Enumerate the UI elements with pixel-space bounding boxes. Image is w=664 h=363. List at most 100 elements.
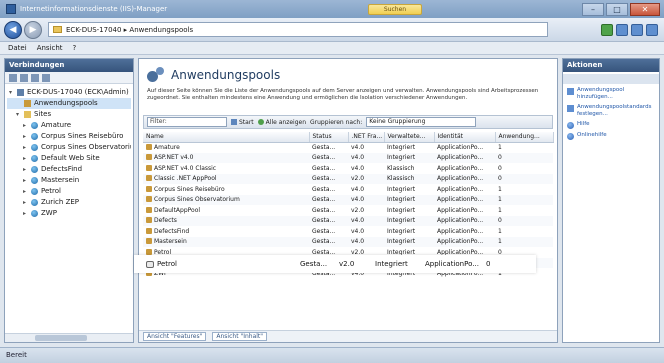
- menu-help[interactable]: ?: [73, 44, 77, 52]
- column-header[interactable]: .NET Fra...: [348, 132, 385, 143]
- group-by-label: Gruppieren nach:: [310, 118, 363, 126]
- column-header[interactable]: Name: [143, 132, 310, 143]
- tree-item[interactable]: ▸ Zurich ZEP: [7, 197, 131, 208]
- action-link[interactable]: Onlinehilfe: [563, 129, 659, 140]
- app-pool-icon: [146, 227, 152, 234]
- help-icon[interactable]: [646, 23, 658, 36]
- table-row[interactable]: Corpus Sines Reisebüro Gesta... v4.0 Integr…: [143, 184, 553, 195]
- tree-item[interactable]: ▸ Petrol: [7, 186, 131, 197]
- table-row[interactable]: Classic .NET AppPool Gesta... v2.0 Klassisc…: [143, 173, 553, 184]
- minimize-button[interactable]: –: [582, 2, 604, 16]
- tree-item[interactable]: ▸ Amature: [7, 120, 131, 131]
- table-cell: Gesta...: [309, 142, 348, 153]
- table-cell: Gesta...: [309, 215, 348, 226]
- address-tools: [601, 23, 658, 36]
- table-cell: Integriert: [384, 194, 434, 205]
- cell-text: 1: [498, 227, 502, 235]
- tree-item[interactable]: ▸ Corpus Sines Observatorium: [7, 142, 131, 153]
- tree-expander-icon[interactable]: ▾: [16, 109, 21, 120]
- menu-view[interactable]: Ansicht: [37, 44, 63, 52]
- tree-expander-icon[interactable]: ▸: [23, 186, 28, 197]
- column-header[interactable]: Verwaltete...: [384, 132, 435, 143]
- table-row[interactable]: Corpus Sines Observatorium Gesta... v4.0 In…: [143, 194, 553, 205]
- table-cell: v4.0: [348, 215, 384, 226]
- back-button[interactable]: ◀: [4, 20, 22, 39]
- table-cell: Corpus Sines Reisebüro: [143, 184, 309, 195]
- refresh-icon[interactable]: [42, 73, 50, 82]
- add-icon: [567, 88, 574, 95]
- cell-text: Gesta...: [312, 227, 336, 235]
- tree-expander-icon[interactable]: ▸: [23, 175, 28, 186]
- tree-expander-icon[interactable]: ▸: [23, 208, 28, 219]
- tree-expander-icon[interactable]: ▸: [23, 164, 28, 175]
- maximize-button[interactable]: □: [606, 2, 628, 16]
- tree-item[interactable]: ▸ Default Web Site: [7, 153, 131, 164]
- menu-file[interactable]: Datei: [8, 44, 27, 52]
- tree-item[interactable]: ▾ ECK-DUS-17040 (ECK\Admin): [7, 87, 131, 98]
- table-cell: Integriert: [384, 236, 434, 247]
- table-cell: v4.0: [348, 236, 384, 247]
- table-cell: 1: [495, 205, 553, 216]
- cell-text: v4.0: [351, 185, 365, 193]
- table-cell: v4.0: [348, 152, 384, 163]
- content-view-tab[interactable]: Ansicht "Inhalt": [212, 332, 268, 341]
- highlight-name-cell: Petrol: [134, 260, 300, 268]
- tree-expander-icon[interactable]: ▸: [23, 197, 28, 208]
- table-row[interactable]: ASP.NET v4.0 Gesta... v4.0 Integriert Applic…: [143, 152, 553, 163]
- title-bar: Internetinformationsdienste (IIS)-Manage…: [0, 0, 664, 18]
- table-cell: 0: [495, 163, 553, 174]
- action-link[interactable]: Anwendungspoolstandards festlegen...: [563, 101, 659, 118]
- stop-icon[interactable]: [616, 23, 628, 36]
- tree-expander-icon[interactable]: ▸: [23, 153, 28, 164]
- cell-text: Klassisch: [387, 164, 415, 172]
- tree-item[interactable]: ▾ Sites: [7, 109, 131, 120]
- table-cell: Gesta...: [309, 152, 348, 163]
- table-cell: Mastersein: [143, 236, 309, 247]
- close-button[interactable]: ✕: [630, 2, 660, 16]
- features-view-tab[interactable]: Ansicht "Features": [143, 332, 207, 341]
- up-icon[interactable]: [31, 73, 39, 82]
- table-cell: DefaultAppPool: [143, 205, 309, 216]
- refresh-icon[interactable]: [601, 23, 613, 36]
- table-row[interactable]: DefectsFind Gesta... v4.0 Integriert Applica…: [143, 226, 553, 237]
- search-box[interactable]: Suchen: [368, 3, 422, 15]
- save-icon[interactable]: [20, 73, 28, 82]
- tree-item[interactable]: ▸ Corpus Sines Reisebüro: [7, 131, 131, 142]
- table-row[interactable]: ASP.NET v4.0 Classic Gesta... v4.0 Klassisc…: [143, 163, 553, 174]
- table-cell: ApplicationPo...: [434, 194, 495, 205]
- column-header[interactable]: Identität: [434, 132, 496, 143]
- tree-item[interactable]: Anwendungspools: [7, 98, 131, 109]
- group-by-select[interactable]: Keine Gruppierung: [366, 117, 477, 127]
- table-cell: Gesta...: [309, 226, 348, 237]
- connect-icon[interactable]: [9, 73, 17, 82]
- tree-expander-icon[interactable]: ▸: [23, 120, 28, 131]
- tree-expander-icon[interactable]: ▸: [23, 131, 28, 142]
- action-link[interactable]: Hilfe: [563, 118, 659, 129]
- tree-expander-icon[interactable]: ▾: [9, 87, 14, 98]
- table-row[interactable]: DefaultAppPool Gesta... v2.0 Integriert Appl…: [143, 205, 553, 216]
- scrollbar-thumb[interactable]: [35, 335, 87, 341]
- start-filter-button[interactable]: Start: [231, 119, 254, 126]
- table-row[interactable]: Amature Gesta... v4.0 Integriert Application…: [143, 142, 553, 153]
- filter-input[interactable]: Filter:: [147, 117, 227, 127]
- table-cell: 1: [495, 236, 553, 247]
- cell-text: 1: [498, 144, 502, 151]
- tree-item[interactable]: ▸ ZWP: [7, 208, 131, 219]
- tree-expander-icon[interactable]: ▸: [23, 142, 28, 153]
- breadcrumb[interactable]: ECK-DUS-17040 ▸ Anwendungspools: [48, 22, 548, 37]
- tree-item-label: ZWP: [41, 209, 57, 217]
- forward-button[interactable]: ▶: [24, 20, 42, 39]
- column-header[interactable]: Status: [309, 132, 349, 143]
- horizontal-scrollbar[interactable]: [5, 333, 133, 342]
- app-pool-icon: [146, 154, 152, 161]
- tree-item[interactable]: ▸ Mastersein: [7, 175, 131, 186]
- highlighted-pool-row[interactable]: Petrol Gesta... v2.0 Integriert Applicat…: [134, 255, 536, 273]
- column-header[interactable]: Anwendung...: [495, 132, 554, 143]
- action-link[interactable]: Anwendungspool hinzufügen...: [563, 84, 659, 101]
- table-row[interactable]: Mastersein Gesta... v4.0 Integriert Applicat…: [143, 236, 553, 247]
- show-all-button[interactable]: Alle anzeigen: [257, 119, 306, 126]
- table-cell: ApplicationPo...: [434, 236, 495, 247]
- home-icon[interactable]: [631, 23, 643, 36]
- table-row[interactable]: Defects Gesta... v4.0 Integriert Application…: [143, 215, 553, 226]
- tree-item[interactable]: ▸ DefectsFind: [7, 164, 131, 175]
